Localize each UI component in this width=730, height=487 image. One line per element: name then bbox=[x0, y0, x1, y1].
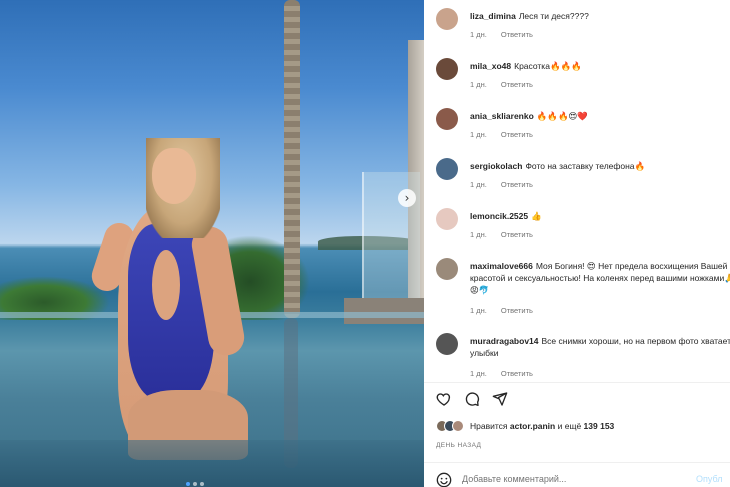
person-face bbox=[152, 148, 196, 204]
avatar[interactable] bbox=[436, 333, 458, 355]
comment-username[interactable]: mila_xo48 bbox=[470, 61, 511, 71]
reply-button[interactable]: Ответить bbox=[501, 230, 533, 239]
emoji-icon[interactable] bbox=[436, 472, 452, 487]
avatar[interactable] bbox=[436, 258, 458, 280]
comment-input[interactable] bbox=[462, 474, 682, 484]
comment-username[interactable]: maximalove666 bbox=[470, 261, 533, 271]
comment-time: 1 дн. bbox=[470, 130, 487, 139]
likes-suffix: и ещё bbox=[557, 421, 582, 431]
avatar[interactable] bbox=[436, 108, 458, 130]
pool-deck bbox=[344, 298, 424, 324]
comment-text: Красотка🔥🔥🔥 bbox=[514, 61, 582, 71]
comment-username[interactable]: muradragabov14 bbox=[470, 336, 539, 346]
avatar[interactable] bbox=[436, 58, 458, 80]
comment-text: Леся ти деся???? bbox=[518, 11, 589, 21]
avatar[interactable] bbox=[436, 8, 458, 30]
share-icon[interactable] bbox=[492, 391, 508, 407]
reply-button[interactable]: Ответить bbox=[501, 369, 533, 378]
palm-tree bbox=[284, 0, 300, 318]
comment-time: 1 дн. bbox=[470, 30, 487, 39]
comment-time: 1 дн. bbox=[470, 369, 487, 378]
pool-water bbox=[0, 440, 424, 487]
likes-prefix: Нравится bbox=[470, 421, 508, 431]
comment-list[interactable]: liza_dimina Леся ти деся???? 1 дн. Ответит… bbox=[424, 0, 730, 382]
comment-text: Фото на заставку телефона🔥 bbox=[525, 161, 646, 171]
comment-time: 1 дн. bbox=[470, 306, 487, 315]
divider bbox=[424, 462, 730, 463]
likes-user[interactable]: actor.panin bbox=[510, 421, 555, 431]
chevron-right-icon[interactable]: › bbox=[398, 189, 416, 207]
comments-panel: liza_dimina Леся ти деся???? 1 дн. Ответит… bbox=[424, 0, 730, 487]
carousel-dot bbox=[193, 482, 197, 486]
comment-username[interactable]: ania_skliarenko bbox=[470, 111, 534, 121]
reply-button[interactable]: Ответить bbox=[501, 80, 533, 89]
comment-text: 👍 bbox=[531, 211, 542, 221]
likes-count[interactable]: 139 153 bbox=[584, 421, 615, 431]
publish-button[interactable]: Опубл bbox=[696, 474, 722, 484]
likes-row[interactable]: Нравится actor.panin и ещё 139 153 bbox=[436, 420, 614, 432]
comment-username[interactable]: lemoncik.2525 bbox=[470, 211, 528, 221]
reply-button[interactable]: Ответить bbox=[501, 30, 533, 39]
divider bbox=[424, 382, 730, 383]
comment-time: 1 дн. bbox=[470, 180, 487, 189]
avatar bbox=[452, 420, 464, 432]
reply-button[interactable]: Ответить bbox=[501, 180, 533, 189]
heart-icon[interactable] bbox=[436, 391, 452, 407]
carousel-dots bbox=[186, 482, 204, 486]
comment-username[interactable]: liza_dimina bbox=[470, 11, 516, 21]
reply-button[interactable]: Ответить bbox=[501, 130, 533, 139]
avatar[interactable] bbox=[436, 158, 458, 180]
comment-time: 1 дн. bbox=[470, 80, 487, 89]
comment-text: 🔥🔥🔥😍❤️ bbox=[536, 111, 588, 121]
comment-username[interactable]: sergiokolach bbox=[470, 161, 522, 171]
carousel-dot bbox=[186, 482, 190, 486]
reply-button[interactable]: Ответить bbox=[501, 306, 533, 315]
swimsuit-cutout bbox=[152, 250, 180, 320]
avatar[interactable] bbox=[436, 208, 458, 230]
post-timestamp: ДЕНЬ НАЗАД bbox=[436, 442, 482, 449]
carousel-dot bbox=[200, 482, 204, 486]
action-bar bbox=[436, 391, 508, 409]
comment-time: 1 дн. bbox=[470, 230, 487, 239]
post-media[interactable]: › bbox=[0, 0, 424, 487]
comment-icon[interactable] bbox=[464, 391, 480, 407]
